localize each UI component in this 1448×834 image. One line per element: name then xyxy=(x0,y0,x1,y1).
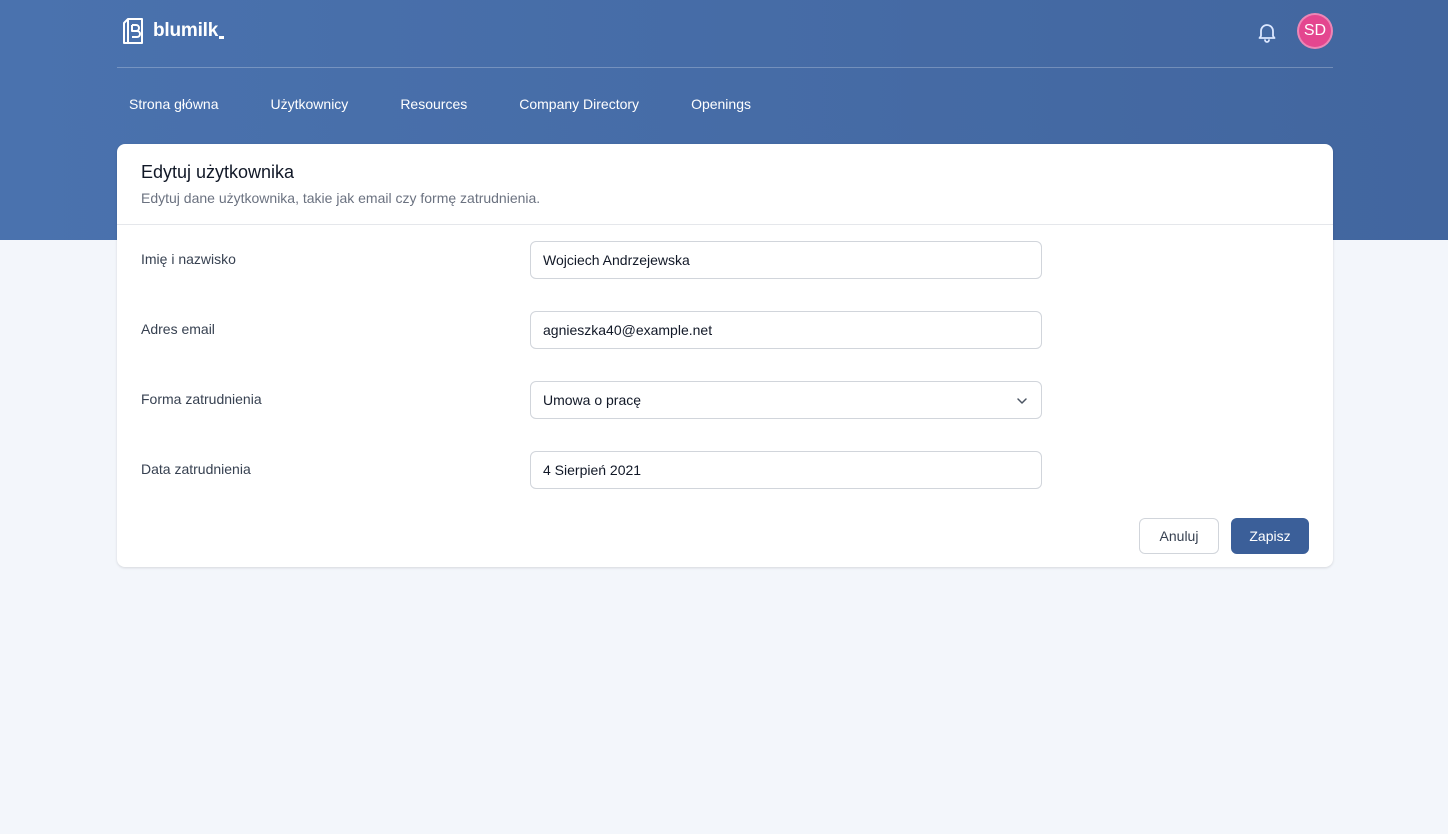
nav-item-resources[interactable]: Resources xyxy=(388,86,479,126)
card-header: Edytuj użytkownika Edytuj dane użytkowni… xyxy=(117,144,1333,225)
chevron-down-icon xyxy=(1017,398,1027,404)
brand-name: blumilk xyxy=(153,20,219,41)
page-title: Edytuj użytkownika xyxy=(141,162,295,182)
employment-date-label: Data zatrudnienia xyxy=(141,461,251,477)
name-input[interactable]: Wojciech Andrzejewska xyxy=(530,241,1042,279)
user-avatar[interactable]: SD xyxy=(1297,13,1333,49)
main-nav: Strona główna Użytkownicy Resources Comp… xyxy=(117,86,763,126)
logo-icon xyxy=(123,18,143,44)
avatar-initials: SD xyxy=(1303,22,1327,39)
form-actions: Anuluj Zapisz xyxy=(1139,518,1309,554)
page-subtitle: Edytuj dane użytkownika, takie jak email… xyxy=(141,190,541,206)
email-label: Adres email xyxy=(141,321,215,337)
employment-date-input[interactable]: 4 Sierpień 2021 xyxy=(530,451,1042,489)
form-row-employment-form: Forma zatrudnienia Umowa o pracę xyxy=(117,381,1333,419)
form-row-name: Imię i nazwisko Wojciech Andrzejewska xyxy=(117,241,1333,279)
employment-form-value: Umowa o pracę xyxy=(543,392,642,408)
brand-logo[interactable]: blumilk xyxy=(121,17,225,45)
bell-icon[interactable] xyxy=(1255,20,1279,44)
nav-item-users[interactable]: Użytkownicy xyxy=(259,86,361,126)
top-bar: blumilk SD xyxy=(117,0,1333,68)
edit-user-card: Edytuj użytkownika Edytuj dane użytkowni… xyxy=(117,144,1333,567)
nav-item-home[interactable]: Strona główna xyxy=(117,86,231,126)
email-input[interactable]: agnieszka40@example.net xyxy=(530,311,1042,349)
save-button[interactable]: Zapisz xyxy=(1231,518,1309,554)
form-row-employment-date: Data zatrudnienia 4 Sierpień 2021 xyxy=(117,451,1333,489)
nav-item-openings[interactable]: Openings xyxy=(679,86,763,126)
employment-form-select[interactable]: Umowa o pracę xyxy=(530,381,1042,419)
employment-form-label: Forma zatrudnienia xyxy=(141,391,262,407)
cancel-button[interactable]: Anuluj xyxy=(1139,518,1219,554)
brand-dot xyxy=(219,35,225,39)
name-label: Imię i nazwisko xyxy=(141,251,236,267)
nav-item-company-directory[interactable]: Company Directory xyxy=(507,86,651,126)
form-row-email: Adres email agnieszka40@example.net xyxy=(117,311,1333,349)
